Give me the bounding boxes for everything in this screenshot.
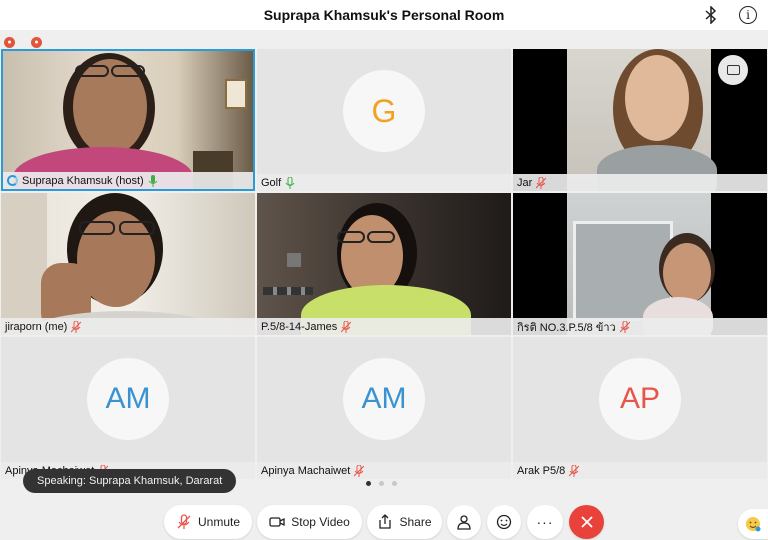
glasses: [79, 221, 115, 235]
wall-switch: [287, 253, 301, 267]
video-camera-icon: [269, 517, 285, 527]
page-indicator[interactable]: [366, 481, 397, 486]
stop-video-label: Stop Video: [291, 515, 350, 529]
video-feed: [513, 193, 767, 335]
glasses: [75, 65, 109, 77]
video-tile-arak[interactable]: AP Arak P5/8: [513, 337, 767, 479]
spinner-icon: [7, 175, 18, 186]
participant-label: กิรติ NO.3.P.5/8 ข้าว: [513, 318, 767, 335]
meeting-toolbar: Unmute Stop Video Share ···: [0, 503, 768, 540]
mic-muted-icon: [177, 514, 191, 529]
video-tile-apinya-2[interactable]: AM Apinya Machaiwet: [257, 337, 511, 479]
participant-label: Suprapa Khamsuk (host): [3, 172, 253, 189]
meeting-window: Suprapa Khamsuk's Personal Room i ● ● Su…: [0, 0, 768, 540]
avatar: AM: [343, 358, 425, 440]
participant-name: Arak P5/8: [517, 464, 566, 477]
mic-muted-icon: [353, 464, 365, 477]
status-indicators: ● ●: [4, 37, 42, 48]
participant-label: Jar: [513, 174, 767, 191]
participant-name: กิรติ NO.3.P.5/8 ข้าว: [517, 321, 616, 334]
avatar-initials: AP: [619, 382, 661, 415]
wall-outlets: [263, 287, 313, 295]
more-icon: ···: [536, 514, 554, 530]
page-dot-3[interactable]: [392, 481, 397, 486]
avatar-initials: AM: [361, 382, 407, 415]
switch-view-icon: [726, 65, 740, 75]
page-dot-1[interactable]: [366, 481, 371, 486]
glasses: [119, 221, 155, 235]
video-tile-kirati[interactable]: กิรติ NO.3.P.5/8 ข้าว: [513, 193, 767, 335]
video-feed: [257, 193, 511, 335]
wall-picture: [225, 79, 247, 109]
participant-label: jiraporn (me): [1, 318, 255, 335]
avatar: AP: [599, 358, 681, 440]
participant-name: Apinya Machaiwet: [261, 464, 351, 477]
mic-on-icon: [285, 176, 295, 189]
more-options-button[interactable]: ···: [527, 505, 563, 539]
avatar: AM: [87, 358, 169, 440]
mic-muted-icon: [535, 176, 547, 189]
unmute-label: Unmute: [197, 515, 241, 529]
page-dot-2[interactable]: [379, 481, 384, 486]
avatar-initials: AM: [105, 382, 151, 415]
participant-name: Golf: [261, 176, 282, 189]
emoji-bubble-button[interactable]: [738, 509, 768, 539]
speaking-indicator: Speaking: Suprapa Khamsuk, Dararat: [23, 469, 237, 493]
emoji-icon: [746, 517, 761, 532]
participant-name: Jar: [517, 176, 533, 189]
person-face: [625, 55, 689, 141]
header-bar: Suprapa Khamsuk's Personal Room i: [0, 0, 768, 30]
video-tile-jar[interactable]: Jar: [513, 49, 767, 191]
recording-indicator-icon: ●: [4, 37, 15, 48]
avatar-initials: G: [371, 92, 397, 129]
participant-label: P.5/8-14-James: [257, 318, 511, 335]
participant-label: Arak P5/8: [513, 462, 767, 479]
share-label: Share: [399, 515, 432, 529]
glasses: [337, 231, 365, 243]
stop-video-button[interactable]: Stop Video: [257, 505, 362, 539]
video-feed: [3, 51, 253, 189]
glasses: [367, 231, 395, 243]
info-button[interactable]: i: [737, 4, 759, 26]
person-face: [663, 243, 711, 303]
video-tile-golf[interactable]: G Golf: [257, 49, 511, 191]
participants-button[interactable]: [447, 505, 481, 539]
mic-on-icon: [148, 174, 158, 187]
video-tile-apinya-1[interactable]: AM Apinya Machaiwet: [1, 337, 255, 479]
mic-muted-icon: [568, 464, 580, 477]
share-icon: [379, 514, 392, 529]
participants-icon: [457, 515, 471, 530]
info-icon: i: [739, 6, 757, 24]
participant-name: Suprapa Khamsuk (host): [22, 174, 144, 187]
leave-meeting-button[interactable]: [569, 505, 604, 539]
participant-label: Apinya Machaiwet: [257, 462, 511, 479]
video-tile-self[interactable]: jiraporn (me): [1, 193, 255, 335]
participant-name: P.5/8-14-James: [261, 320, 338, 333]
participant-label: Golf: [257, 174, 511, 191]
page-title: Suprapa Khamsuk's Personal Room: [263, 7, 505, 23]
close-icon: [580, 516, 593, 528]
bluetooth-icon[interactable]: [700, 4, 722, 26]
participant-name: jiraporn (me): [5, 320, 68, 333]
reactions-button[interactable]: [487, 505, 521, 539]
video-tile-james[interactable]: P.5/8-14-James: [257, 193, 511, 335]
video-feed: [1, 193, 255, 335]
unmute-button[interactable]: Unmute: [164, 505, 252, 539]
smiley-icon: [496, 514, 512, 530]
avatar: G: [343, 70, 425, 152]
mic-muted-icon: [71, 320, 82, 333]
status-indicator-icon: ●: [31, 37, 42, 48]
share-button[interactable]: Share: [367, 505, 442, 539]
video-tile-host[interactable]: Suprapa Khamsuk (host): [1, 49, 255, 191]
mic-muted-icon: [340, 320, 352, 333]
mic-muted-icon: [619, 320, 631, 333]
glasses: [111, 65, 145, 77]
switch-view-button[interactable]: [718, 55, 748, 85]
